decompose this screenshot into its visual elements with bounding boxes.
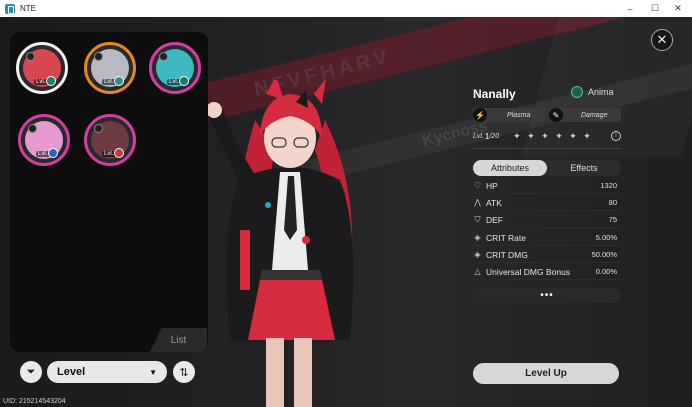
attribute-label: CRIT DMG (486, 249, 528, 260)
attribute-value: 50.00% (591, 250, 617, 259)
pin-icon (28, 124, 37, 133)
pin-icon (26, 52, 35, 61)
tag-damage: ✎ Damage (549, 108, 621, 122)
filter-icon: ⏷ (26, 365, 36, 378)
sort-order-button[interactable]: ⇅ (173, 361, 195, 383)
attribute-label: DEF (486, 214, 503, 225)
sort-dropdown[interactable]: Level ▼ (47, 361, 167, 383)
tag-label: Damage (581, 111, 608, 119)
crit-dmg-icon: ◈ (474, 250, 481, 259)
attribute-label: ATK (486, 197, 502, 208)
attribute-row-hp: ♡ HP 1320 (473, 178, 621, 194)
star-rank: ✦ ✦ ✦ ✦ ✦ ✦ (513, 130, 593, 141)
character-element: Anima (571, 86, 614, 98)
pin-icon (94, 124, 103, 133)
anima-icon (571, 86, 583, 98)
close-icon: ✕ (656, 32, 668, 47)
roster-avatar-2[interactable]: Lvl. 1 (84, 42, 136, 94)
hp-icon: ♡ (473, 181, 482, 190)
sort-order-icon: ⇅ (179, 366, 189, 379)
attribute-row-def: ⛉ DEF 75 (473, 212, 621, 228)
attribute-label: HP (486, 180, 498, 191)
tag-label: Plasma (507, 111, 531, 119)
character-tags: ⚡ Plasma ✎ Damage (473, 108, 621, 122)
attribute-row-universal-dmg: △ Universal DMG Bonus 0.00% (473, 264, 621, 280)
character-name: Nanally (473, 87, 516, 101)
universal-dmg-icon: △ (474, 267, 481, 276)
level-row: Lvl. 1 /20 ✦ ✦ ✦ ✦ ✦ ✦ ! (473, 128, 621, 144)
level-up-button[interactable]: Level Up (473, 363, 619, 384)
sort-dropdown-label: Level (57, 366, 86, 378)
pin-icon (94, 52, 103, 61)
attribute-row-crit-dmg: ◈ CRIT DMG 50.00% (473, 247, 621, 263)
attribute-row-atk: ⋀ ATK 80 (473, 195, 621, 211)
attribute-row-crit-rate: ◈ CRIT Rate 5.00% (473, 230, 621, 246)
filter-button[interactable]: ⏷ (20, 361, 42, 383)
app-icon (5, 3, 15, 14)
character-portrait (205, 80, 354, 407)
more-details-button[interactable]: ••• (473, 288, 621, 303)
minimize-button[interactable]: – (616, 0, 644, 17)
tab-bar: Attributes Effects (473, 160, 621, 176)
uid-label: UID: 215214543204 (3, 398, 66, 405)
element-icon (179, 76, 189, 86)
def-icon: ⛉ (474, 214, 481, 224)
tab-effects[interactable]: Effects (547, 160, 621, 176)
crit-rate-icon: ◈ (474, 233, 481, 242)
close-window-button[interactable]: ✕ (664, 0, 692, 17)
element-icon (48, 148, 58, 158)
level-label: Lvl. (473, 132, 484, 140)
attribute-label: CRIT Rate (486, 232, 526, 243)
chevron-down-icon: ▼ (149, 367, 157, 377)
title-bar: NTE – ☐ ✕ (0, 0, 692, 17)
plasma-icon: ⚡ (473, 108, 487, 122)
info-icon[interactable]: ! (611, 131, 621, 141)
tag-plasma: ⚡ Plasma (473, 108, 545, 122)
atk-icon: ⋀ (474, 198, 481, 207)
roster-avatar-5[interactable]: Lvl. 1 (84, 114, 136, 166)
attribute-value: 80 (608, 198, 617, 207)
close-button[interactable]: ✕ (651, 29, 673, 51)
element-label: Anima (588, 87, 614, 97)
window-title: NTE (20, 4, 36, 13)
attribute-value: 75 (608, 215, 617, 224)
tab-attributes[interactable]: Attributes (473, 160, 547, 176)
element-icon (114, 148, 124, 158)
damage-icon: ✎ (549, 108, 563, 122)
attribute-value: 1320 (600, 181, 617, 190)
divider (473, 148, 621, 149)
attribute-label: Universal DMG Bonus (486, 266, 571, 277)
level-max: /20 (489, 132, 500, 140)
pin-icon (159, 52, 168, 61)
roster-avatar-1[interactable]: Lvl. 1 (16, 42, 68, 94)
roster-avatar-4[interactable]: Lvl. 1 (18, 114, 70, 166)
element-icon (114, 76, 124, 86)
attribute-value: 5.00% (595, 233, 617, 242)
attribute-value: 0.00% (595, 267, 617, 276)
roster-avatar-3[interactable]: Lvl. 1 (149, 42, 201, 94)
element-icon (46, 76, 56, 86)
